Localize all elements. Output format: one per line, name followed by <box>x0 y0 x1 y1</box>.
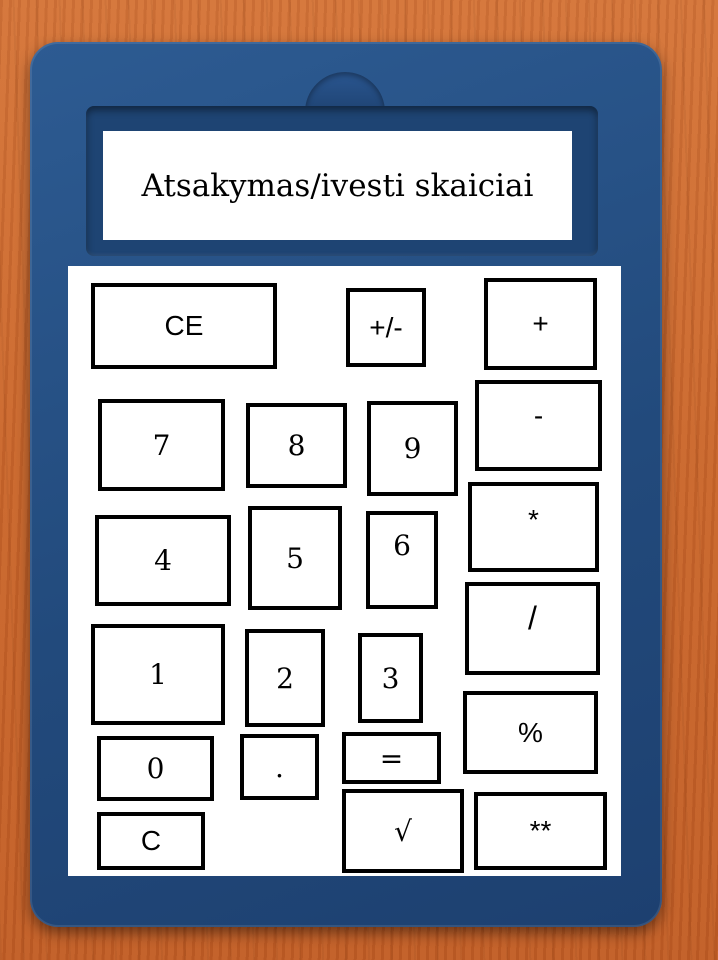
digit-4-button[interactable]: 4 <box>95 515 231 606</box>
result-display: Atsakymas/ivesti skaiciai <box>103 131 572 240</box>
digit-8-button[interactable]: 8 <box>246 403 347 488</box>
equals-button[interactable]: = <box>342 732 441 784</box>
plus-button[interactable]: + <box>484 278 597 370</box>
sign-toggle-button[interactable]: +/- <box>346 288 426 367</box>
clear-entry-button[interactable]: CE <box>91 283 277 369</box>
digit-1-button[interactable]: 1 <box>91 624 225 725</box>
digit-5-button[interactable]: 5 <box>248 506 342 610</box>
clear-button[interactable]: C <box>97 812 205 870</box>
power-button[interactable]: ** <box>474 792 607 870</box>
divide-button[interactable]: / <box>465 582 600 675</box>
digit-0-button[interactable]: 0 <box>97 736 214 801</box>
multiply-button[interactable]: * <box>468 482 599 572</box>
digit-7-button[interactable]: 7 <box>98 399 225 491</box>
minus-button[interactable]: - <box>475 380 602 471</box>
digit-2-button[interactable]: 2 <box>245 629 325 727</box>
digit-3-button[interactable]: 3 <box>358 633 423 723</box>
keypad: CE +/- + 7 8 9 - 4 5 6 * / 1 2 3 % 0 . =… <box>68 266 621 876</box>
decimal-point-button[interactable]: . <box>240 734 319 800</box>
display-text: Atsakymas/ivesti skaiciai <box>141 167 534 204</box>
digit-9-button[interactable]: 9 <box>367 401 458 496</box>
percent-button[interactable]: % <box>463 691 598 774</box>
digit-6-button[interactable]: 6 <box>366 511 438 609</box>
square-root-button[interactable]: √ <box>342 789 464 873</box>
